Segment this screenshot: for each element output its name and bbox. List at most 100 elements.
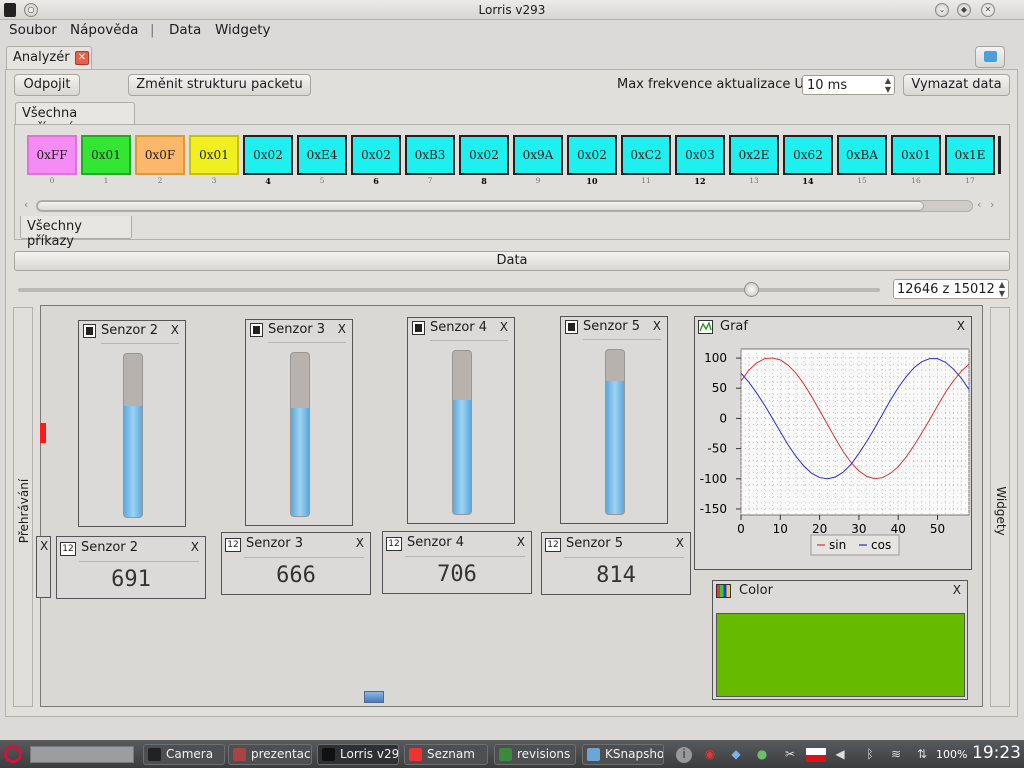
taskbar-task[interactable]: prezentace bbox=[228, 744, 312, 765]
clock[interactable]: 19:23 bbox=[972, 743, 1021, 763]
bar-widget-separator bbox=[583, 339, 661, 340]
partial-widget-close[interactable]: X bbox=[40, 539, 48, 553]
byte-cell[interactable]: 0x01 16 bbox=[891, 135, 941, 185]
number-widget-close[interactable]: X bbox=[191, 540, 199, 554]
bar-widget-close[interactable]: X bbox=[338, 322, 346, 336]
battery-icon bbox=[83, 324, 96, 338]
menu-soubor[interactable]: Soubor bbox=[9, 22, 57, 38]
byte-cell[interactable]: 0x02 4 bbox=[243, 135, 293, 186]
byte-cell[interactable]: 0xE4 5 bbox=[297, 135, 347, 185]
bar-widget-title: Senzor 5 bbox=[583, 319, 641, 334]
bar-widget-close[interactable]: X bbox=[653, 319, 661, 333]
bytes-scrollbar[interactable]: ‹ ‹ › bbox=[24, 198, 1004, 214]
spin-arrows-icon[interactable]: ▲ ▼ bbox=[885, 76, 891, 94]
timeline-slider-handle[interactable] bbox=[743, 282, 759, 297]
scroll-next-icon[interactable]: › bbox=[990, 198, 994, 211]
new-tab-button[interactable] bbox=[975, 46, 1005, 68]
window-titlebar: ○ Lorris v293 ⌄ ◆ ✕ bbox=[0, 0, 1024, 20]
bar-widget-close[interactable]: X bbox=[171, 323, 179, 337]
widgets-side-tab[interactable]: Widgety bbox=[990, 307, 1010, 707]
taskbar-task[interactable]: Lorris v293 bbox=[317, 744, 399, 765]
tab-analyzer[interactable]: Analyzér ✕ bbox=[6, 46, 92, 70]
graph-close[interactable]: X bbox=[957, 319, 965, 333]
change-structure-button[interactable]: Změnit strukturu packetu bbox=[128, 74, 311, 96]
counter-spin-icon[interactable]: ▲ ▼ bbox=[999, 280, 1005, 298]
task-label: prezentace bbox=[251, 747, 312, 761]
number-widget-close[interactable]: X bbox=[517, 535, 525, 549]
byte-index: 13 bbox=[749, 176, 759, 185]
byte-cell[interactable]: 0x01 3 bbox=[189, 135, 239, 185]
taskbar-task[interactable]: Camera bbox=[143, 744, 225, 765]
playback-label: Přehrávání bbox=[17, 478, 31, 544]
workspace-icon[interactable] bbox=[364, 691, 384, 703]
maximize-button[interactable]: ◆ bbox=[957, 3, 971, 17]
bluetooth-icon[interactable]: ᛒ bbox=[862, 747, 878, 763]
network-icon[interactable]: ⇅ bbox=[914, 747, 930, 763]
scissors-icon[interactable]: ✂ bbox=[782, 747, 798, 763]
start-menu-icon[interactable] bbox=[4, 745, 22, 763]
data-section-header[interactable]: Data bbox=[14, 251, 1010, 271]
packet-counter-spinbox[interactable]: 12646 z 15012 ▲ ▼ bbox=[893, 279, 1009, 299]
byte-cell[interactable]: 0xBA 15 bbox=[837, 135, 887, 185]
byte-cell[interactable]: 0xC2 11 bbox=[621, 135, 671, 185]
byte-cell[interactable]: 0x9A 9 bbox=[513, 135, 563, 185]
tab-all-devices[interactable]: Všechna zařízení bbox=[15, 102, 135, 136]
playback-side-tab[interactable]: Přehrávání bbox=[13, 307, 33, 707]
byte-cell[interactable]: 0x02 10 bbox=[567, 135, 617, 186]
scroll-left-icon[interactable]: ‹ bbox=[24, 198, 28, 211]
color-close[interactable]: X bbox=[953, 583, 961, 597]
byte-cell[interactable]: 0xB3 7 bbox=[405, 135, 455, 185]
byte-cell[interactable]: 0x02 8 bbox=[459, 135, 509, 186]
byte-cell[interactable]: 0x62 14 bbox=[783, 135, 833, 186]
max-freq-spinbox[interactable]: 10 ms ▲ ▼ bbox=[802, 75, 895, 95]
menu-widgety[interactable]: Widgety bbox=[215, 22, 271, 38]
battery-icon-fill bbox=[568, 323, 575, 331]
byte-value: 0x03 bbox=[675, 135, 725, 175]
byte-cell[interactable]: 0x01 1 bbox=[81, 135, 131, 185]
byte-cell[interactable]: 0x1E 17 bbox=[945, 135, 995, 185]
byte-cell[interactable]: 0x03 12 bbox=[675, 135, 725, 186]
info-icon[interactable]: i bbox=[676, 747, 692, 763]
scroll-prev-icon[interactable]: ‹ bbox=[977, 198, 981, 211]
battery-icon-fill bbox=[86, 327, 93, 335]
volume-icon[interactable]: ◀ bbox=[832, 747, 848, 763]
number-widget-title: Senzor 2 bbox=[81, 540, 139, 555]
desktop-pager[interactable] bbox=[30, 746, 134, 763]
byte-cell[interactable]: 0x2E 13 bbox=[729, 135, 779, 185]
color-title: Color bbox=[739, 583, 773, 598]
color-swatch bbox=[716, 613, 965, 697]
taskbar-task[interactable]: revisions bbox=[494, 744, 576, 765]
number-widget-title: Senzor 3 bbox=[246, 536, 304, 551]
dropbox-icon[interactable]: ◆ bbox=[728, 747, 744, 763]
taskbar-task[interactable]: Seznam bbox=[404, 744, 488, 765]
menu-napoveda[interactable]: Nápověda bbox=[70, 22, 138, 38]
menu-data[interactable]: Data bbox=[169, 22, 201, 38]
byte-cell[interactable]: 0x02 6 bbox=[351, 135, 401, 186]
byte-cell[interactable]: 0xFF 0 bbox=[27, 135, 77, 185]
number-widget-close[interactable]: X bbox=[356, 536, 364, 550]
magnet-icon[interactable]: ◉ bbox=[702, 747, 718, 763]
keyboard-layout-icon[interactable] bbox=[806, 748, 826, 762]
number-widget-close[interactable]: X bbox=[676, 536, 684, 550]
graph-widget: Graf X 0 10 20 30 40 50 100 50 0 -50 -100 -150 sin co… bbox=[694, 316, 972, 570]
close-button[interactable]: ✕ bbox=[981, 3, 995, 17]
bar-widget: Senzor 3 X bbox=[245, 319, 353, 526]
bar-widget-separator bbox=[430, 340, 508, 341]
y-tick-label: -50 bbox=[707, 442, 727, 456]
disconnect-button[interactable]: Odpojit bbox=[14, 74, 80, 96]
wifi-icon[interactable]: ≋ bbox=[888, 747, 904, 763]
battery-level[interactable]: 100% bbox=[936, 748, 967, 761]
byte-value: 0x1E bbox=[945, 135, 995, 175]
battery-icon bbox=[250, 323, 263, 337]
scroll-thumb[interactable] bbox=[37, 201, 924, 211]
tab-all-commands[interactable]: Všechny příkazy bbox=[20, 216, 132, 249]
number-widget-separator bbox=[564, 557, 684, 558]
tab-close-icon[interactable]: ✕ bbox=[75, 51, 89, 65]
update-icon[interactable]: ● bbox=[754, 747, 770, 763]
byte-cell[interactable]: 0x0F 2 bbox=[135, 135, 185, 185]
clear-data-button[interactable]: Vymazat data bbox=[903, 74, 1010, 96]
bar-widget-close[interactable]: X bbox=[500, 320, 508, 334]
minimize-button[interactable]: ⌄ bbox=[935, 3, 949, 17]
partial-widget: X bbox=[36, 536, 51, 598]
taskbar-task[interactable]: KSnapshot bbox=[582, 744, 664, 765]
